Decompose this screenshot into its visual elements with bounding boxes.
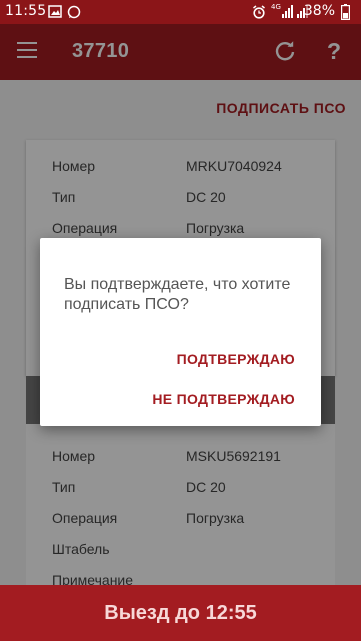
status-time: 11:55: [5, 3, 47, 19]
dialog-message: Вы подтверждаете, что хотите подписать П…: [64, 276, 291, 313]
confirm-button[interactable]: ПОДТВЕРЖДАЮ: [177, 351, 295, 367]
status-bar: 11:55 4G 38%: [0, 0, 361, 24]
signal-icon: [282, 5, 293, 18]
confirm-dialog: Вы подтверждаете, что хотите подписать П…: [40, 238, 321, 426]
battery-icon: [341, 4, 350, 20]
departure-banner: Выезд до 12:55: [0, 585, 361, 641]
whatsapp-icon: [67, 5, 81, 19]
decline-button[interactable]: НЕ ПОДТВЕРЖДАЮ: [152, 391, 295, 407]
network-type-label: 4G: [271, 3, 281, 11]
battery-percent: 38%: [303, 3, 335, 19]
alarm-icon: [253, 5, 265, 19]
image-icon: [48, 5, 62, 18]
